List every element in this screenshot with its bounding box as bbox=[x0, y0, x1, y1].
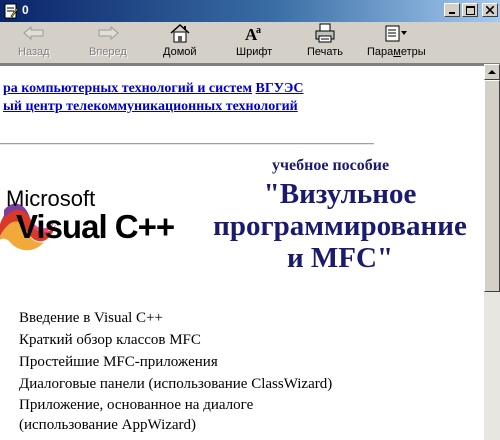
font-button[interactable]: A a Шрифт bbox=[236, 23, 272, 61]
font-label: Шрифт bbox=[236, 46, 273, 58]
forward-button[interactable]: Вперед bbox=[89, 23, 127, 61]
logo-visualcpp-text: Visual C++ bbox=[16, 208, 174, 245]
visual-cpp-logo: Microsoft Visual C++ bbox=[0, 186, 175, 251]
university-link[interactable]: ВГУЭС bbox=[256, 81, 304, 96]
close-icon bbox=[486, 6, 494, 14]
book-title: "Визульное программирование и MFC" bbox=[192, 178, 484, 274]
header-links: ра компьютерных технологий и систем ВГУЭ… bbox=[3, 80, 303, 116]
department-link[interactable]: ра компьютерных технологий и систем bbox=[3, 81, 252, 96]
scroll-up-arrow-icon bbox=[488, 70, 496, 74]
maximize-button[interactable] bbox=[462, 3, 478, 17]
title-bar[interactable]: 0 bbox=[0, 0, 500, 22]
printer-icon bbox=[315, 23, 335, 43]
forward-arrow-icon bbox=[98, 25, 119, 41]
print-label: Печать bbox=[307, 46, 344, 58]
toc-item[interactable]: Диалоговые панели (использование ClassWi… bbox=[19, 373, 332, 395]
back-arrow-icon bbox=[22, 25, 44, 41]
window-title: 0 bbox=[22, 3, 29, 17]
toc-item[interactable]: Простейшие MFC-приложения bbox=[19, 351, 332, 373]
toc-item[interactable]: (использование AppWizard) bbox=[19, 415, 332, 435]
telecom-center-link[interactable]: ый центр телекоммуникационных технологий bbox=[3, 99, 298, 114]
forward-label: Вперед bbox=[89, 46, 127, 58]
home-label: Домой bbox=[163, 46, 197, 58]
window-controls bbox=[444, 3, 498, 17]
book-title-line: "Визульное bbox=[263, 178, 417, 210]
home-icon bbox=[170, 23, 190, 43]
back-label: Назад bbox=[18, 46, 50, 58]
options-icon bbox=[385, 25, 408, 42]
home-button[interactable]: Домой bbox=[163, 23, 197, 61]
subtitle: учебное пособие bbox=[272, 157, 390, 174]
options-label: Параметры bbox=[367, 46, 426, 58]
scroll-up-button[interactable] bbox=[484, 64, 500, 80]
font-icon: A a bbox=[245, 25, 261, 43]
document-edit-icon bbox=[4, 3, 19, 19]
vertical-scrollbar[interactable] bbox=[484, 64, 500, 440]
book-title-line: и MFC" bbox=[286, 242, 394, 274]
toc-item[interactable]: Приложение, основанное на диалоге bbox=[19, 395, 332, 415]
print-button[interactable]: Печать bbox=[307, 23, 343, 61]
toolbar: Назад Вперед Домой A a Шрифт Печать Пара… bbox=[0, 22, 500, 64]
toc-item[interactable]: Введение в Visual C++ bbox=[19, 307, 332, 329]
html-content-pane[interactable]: ра компьютерных технологий и систем ВГУЭ… bbox=[0, 64, 484, 440]
book-title-line: программирование bbox=[213, 210, 467, 242]
scroll-thumb[interactable] bbox=[484, 80, 500, 292]
horizontal-rule bbox=[0, 143, 374, 145]
toc-item[interactable]: Краткий обзор классов MFC bbox=[19, 329, 332, 351]
minimize-button[interactable] bbox=[444, 3, 460, 17]
maximize-icon bbox=[465, 5, 475, 15]
svg-text:a: a bbox=[256, 25, 261, 36]
back-button[interactable]: Назад bbox=[18, 23, 50, 61]
close-button[interactable] bbox=[482, 3, 498, 17]
table-of-contents: Введение в Visual C++ Краткий обзор клас… bbox=[19, 307, 332, 435]
minimize-icon bbox=[449, 12, 455, 14]
options-button[interactable]: Параметры bbox=[367, 23, 426, 61]
